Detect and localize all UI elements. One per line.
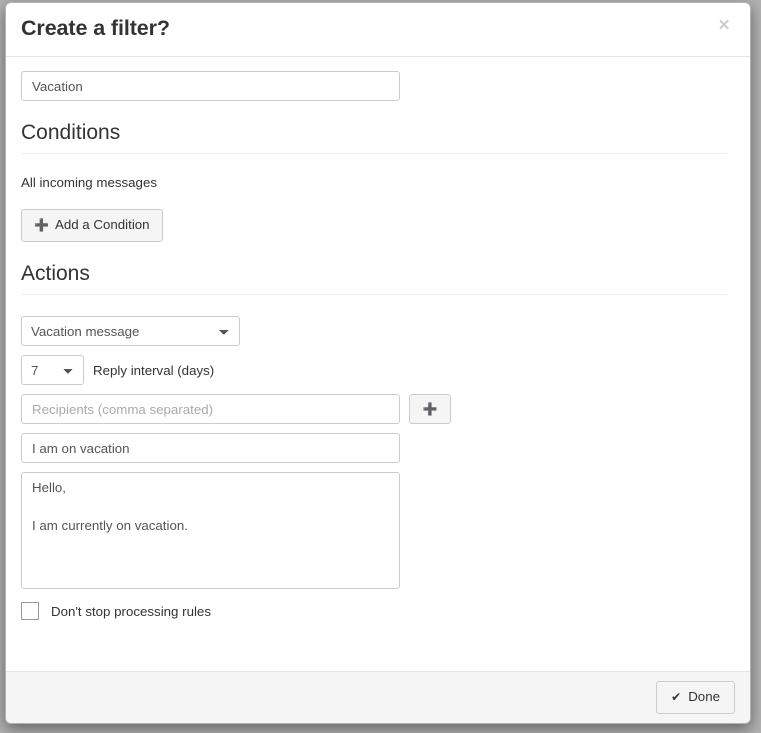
close-icon[interactable]: × [714,15,734,35]
dont-stop-processing-label[interactable]: Don't stop processing rules [51,604,211,619]
dialog-body: Conditions All incoming messages ➕ Add a … [6,57,750,671]
vacation-subject-input[interactable] [21,433,400,464]
add-condition-button[interactable]: ➕ Add a Condition [21,209,163,242]
dont-stop-row: Don't stop processing rules [21,602,735,621]
add-recipient-button[interactable]: ➕ [409,394,451,425]
filter-name-input[interactable] [21,71,400,101]
reply-interval-row: 7 Reply interval (days) [21,355,735,386]
dialog-header: Create a filter? × [6,3,750,57]
plus-icon: ➕ [422,401,438,416]
vacation-body-textarea[interactable]: Hello, I am currently on vacation. [21,472,400,590]
action-type-select[interactable]: Vacation message [21,316,240,347]
done-button[interactable]: ✔ Done [656,681,735,714]
reply-interval-select[interactable]: 7 [21,355,84,386]
reply-interval-label: Reply interval (days) [93,362,215,378]
dialog-footer: ✔ Done [6,671,750,723]
conditions-summary: All incoming messages [21,175,157,191]
plus-icon: ➕ [34,218,49,233]
dialog-title: Create a filter? [21,16,170,40]
actions-divider [21,294,727,296]
add-condition-label: Add a Condition [54,217,150,233]
done-label: Done [688,689,720,705]
recipients-input[interactable] [21,394,400,425]
dont-stop-processing-checkbox[interactable] [21,602,39,621]
conditions-divider [21,153,727,155]
create-filter-dialog: Create a filter? × Conditions All incomi… [5,2,751,724]
checkmark-icon: ✔ [671,690,682,705]
recipients-row: ➕ [21,394,735,425]
conditions-heading: Conditions [21,121,121,144]
actions-heading: Actions [21,261,90,285]
